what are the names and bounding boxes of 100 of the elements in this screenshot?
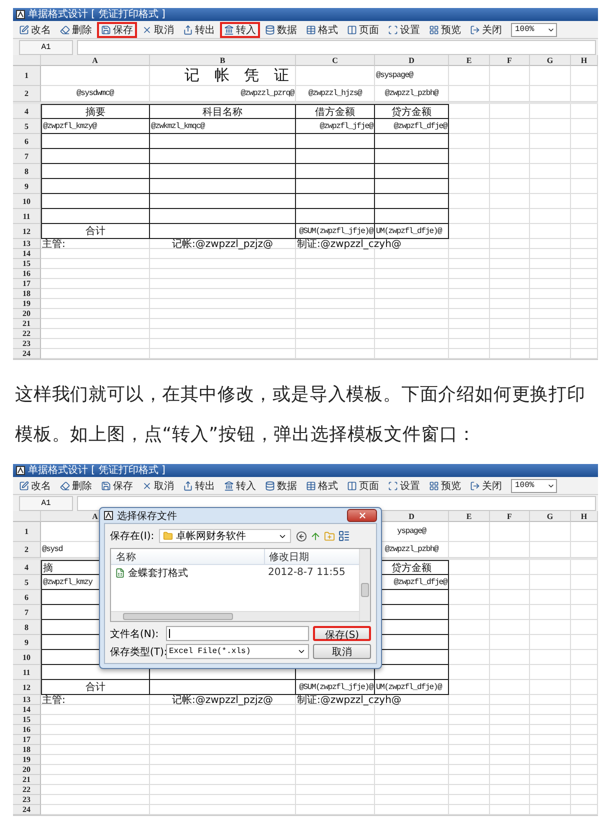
toolbar-button[interactable]: 数据 [261, 22, 301, 38]
back-icon[interactable] [296, 530, 308, 542]
column-header[interactable]: 名称 [111, 549, 265, 564]
close-button[interactable] [347, 509, 377, 522]
column-header[interactable]: F [490, 55, 530, 66]
toolbar-button[interactable]: 改名 [15, 478, 55, 494]
table-cell [490, 66, 530, 86]
toolbar-button[interactable]: 取消 [138, 478, 178, 494]
table-cell: @zwpzfl_dfje@ [375, 119, 449, 134]
scroll-thumb[interactable] [123, 613, 233, 620]
row-number: 10 [13, 194, 41, 209]
toolbar-button[interactable]: 保存 [97, 478, 137, 494]
toolbar-button[interactable]: 页面 [343, 478, 383, 494]
table-cell [571, 289, 598, 299]
name-box[interactable]: A1 [19, 496, 73, 510]
table-cell [490, 620, 530, 635]
vertical-scrollbar[interactable] [359, 549, 370, 621]
table-cell [490, 239, 530, 249]
column-header[interactable]: A [41, 55, 150, 66]
table-cell [530, 349, 571, 359]
column-header[interactable]: G [530, 55, 571, 66]
pen-icon [19, 480, 29, 490]
file-name-field[interactable] [166, 626, 309, 641]
toolbar-button[interactable]: 格式 [302, 478, 342, 494]
row-number: 21 [13, 775, 41, 785]
column-header[interactable]: G [530, 511, 571, 522]
horizontal-scrollbar[interactable] [111, 611, 359, 621]
table-cell: @zwpzfl_jfje@ [296, 119, 375, 134]
toolbar-button[interactable]: 页面 [343, 22, 383, 38]
row-number: 19 [13, 299, 41, 309]
column-header[interactable]: H [571, 511, 598, 522]
name-box[interactable]: A1 [19, 40, 73, 54]
table-cell [530, 119, 571, 134]
table-cell [571, 785, 598, 795]
toolbar-button[interactable]: 删除 [56, 478, 96, 494]
toolbar-button[interactable]: 保存 [97, 22, 137, 38]
scan-icon [388, 24, 398, 34]
toolbar-button[interactable]: 转入 [220, 478, 260, 494]
cross-icon [142, 480, 152, 490]
table-cell [530, 735, 571, 745]
table-cell [490, 279, 530, 289]
table-cell [490, 119, 530, 134]
location-select[interactable]: 卓帐网财务软件 [159, 529, 292, 543]
table-cell [490, 605, 530, 620]
table-cell [530, 209, 571, 224]
toolbar-button[interactable]: 预览 [425, 478, 465, 494]
table-cell [571, 795, 598, 805]
zoom-select[interactable]: 100% [511, 22, 557, 36]
exit-icon [470, 480, 480, 490]
column-header[interactable]: C [296, 55, 375, 66]
column-header[interactable]: E [449, 511, 490, 522]
toolbar-button[interactable]: 设置 [384, 22, 424, 38]
table-cell [571, 695, 598, 705]
toolbar-button[interactable]: 转出 [179, 478, 219, 494]
table-cell [490, 715, 530, 725]
scroll-thumb[interactable] [361, 583, 369, 597]
up-arrow-icon[interactable] [310, 530, 322, 542]
column-header[interactable]: 修改日期 [265, 549, 309, 564]
toolbar-button[interactable]: 取消 [138, 22, 178, 38]
table-cell [449, 775, 490, 785]
column-header[interactable]: F [490, 511, 530, 522]
column-header[interactable]: H [571, 55, 598, 66]
table-cell [530, 164, 571, 179]
table-cell [449, 680, 490, 695]
save-button[interactable]: 保存(S) [313, 626, 371, 641]
toolbar-button[interactable]: 转入 [220, 22, 260, 38]
table-icon [306, 24, 316, 34]
table-cell [449, 605, 490, 620]
cancel-button[interactable]: 取消 [313, 644, 371, 659]
table-cell [449, 224, 490, 239]
toolbar-button[interactable]: 数据 [261, 478, 301, 494]
table-cell [490, 725, 530, 735]
toolbar-button[interactable]: 设置 [384, 478, 424, 494]
file-type-select[interactable]: Excel File(*.xls) [166, 644, 309, 659]
row-number: 11 [13, 665, 41, 680]
select-all-corner[interactable] [13, 511, 41, 522]
toolbar-button[interactable]: 改名 [15, 22, 55, 38]
toolbar-button[interactable]: 预览 [425, 22, 465, 38]
column-header[interactable]: D [375, 55, 449, 66]
formula-field[interactable] [77, 40, 596, 54]
toolbar-button[interactable]: 转出 [179, 22, 219, 38]
column-header[interactable]: B [150, 55, 296, 66]
column-header[interactable]: E [449, 55, 490, 66]
table-cell [530, 309, 571, 319]
new-folder-icon[interactable] [324, 530, 336, 542]
table-cell [449, 705, 490, 715]
toolbar-button[interactable]: 删除 [56, 22, 96, 38]
row-number: 21 [13, 319, 41, 329]
toolbar-button[interactable]: 关闭 [466, 22, 506, 38]
toolbar-button[interactable]: 关闭 [466, 478, 506, 494]
table-cell [449, 785, 490, 795]
view-menu-icon[interactable] [338, 530, 350, 542]
table-cell [449, 279, 490, 289]
zoom-select[interactable]: 100% [511, 478, 557, 492]
table-cell [530, 665, 571, 680]
table-cell [571, 735, 598, 745]
file-name-label: 文件名(N): [110, 628, 160, 640]
toolbar-button[interactable]: 格式 [302, 22, 342, 38]
select-all-corner[interactable] [13, 55, 41, 66]
table-cell [449, 309, 490, 319]
